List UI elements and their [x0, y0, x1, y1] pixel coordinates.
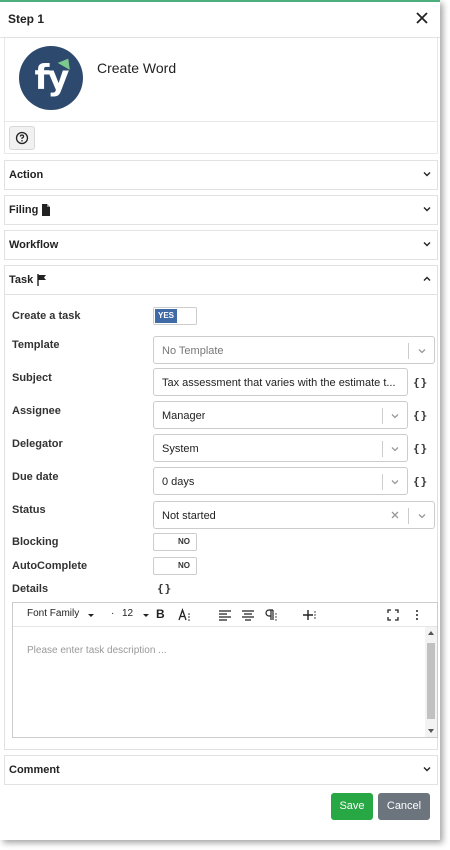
text-style-icon[interactable]	[177, 608, 191, 622]
due-date-variables-button[interactable]: {}	[413, 475, 428, 488]
autocomplete-toggle[interactable]: NO	[153, 557, 197, 575]
chevron-down-icon	[88, 614, 94, 617]
editor-text-area[interactable]: Please enter task description ...	[13, 627, 425, 737]
bold-button[interactable]: B	[156, 607, 165, 621]
template-select[interactable]: No Template	[153, 336, 435, 364]
toggle-no-label: NO	[173, 559, 195, 573]
font-size-dropdown[interactable]: 12	[122, 608, 133, 619]
chevron-down-icon	[143, 614, 149, 617]
component-name: Create Word	[97, 60, 177, 76]
save-button[interactable]: Save	[331, 793, 373, 820]
panel-title: Step 1	[8, 12, 45, 26]
toggle-knob	[155, 559, 175, 573]
subject-variables-button[interactable]: {}	[413, 376, 428, 389]
more-options-icon[interactable]	[410, 608, 424, 622]
toggle-knob	[155, 535, 175, 549]
chevron-down-icon	[391, 447, 399, 452]
toggle-knob	[178, 309, 196, 323]
scroll-up-icon[interactable]	[428, 631, 434, 635]
font-size-dot-icon: ·	[111, 608, 115, 619]
select-separator	[408, 343, 409, 359]
select-separator	[382, 441, 383, 457]
delegator-label: Delegator	[12, 438, 63, 450]
delegator-select[interactable]: System	[153, 434, 408, 462]
toggle-no-label: NO	[173, 535, 195, 549]
assignee-variables-button[interactable]: {}	[413, 409, 428, 422]
fullscreen-icon[interactable]	[386, 608, 400, 622]
section-workflow[interactable]: Workflow	[4, 230, 438, 260]
cancel-button[interactable]: Cancel	[378, 793, 430, 820]
due-date-select[interactable]: 0 days	[153, 467, 408, 495]
status-value: Not started	[162, 510, 216, 522]
chevron-down-icon	[418, 514, 426, 519]
subject-value: Tax assessment that varies with the esti…	[162, 377, 396, 389]
component-info: fy Create Word	[4, 38, 438, 122]
section-action-label: Action	[9, 169, 44, 181]
scroll-down-icon[interactable]	[428, 729, 434, 733]
close-icon[interactable]	[412, 8, 432, 28]
section-filing[interactable]: Filing	[4, 195, 438, 225]
align-center-icon[interactable]	[241, 608, 255, 622]
section-filing-label: Filing	[9, 204, 39, 216]
section-task-label: Task	[9, 274, 34, 286]
document-icon	[42, 204, 50, 216]
chevron-down-icon	[423, 172, 431, 177]
blocking-label: Blocking	[12, 536, 59, 548]
create-task-toggle[interactable]: YES	[153, 307, 197, 325]
chevron-up-icon	[423, 276, 431, 281]
subject-label: Subject	[12, 372, 52, 384]
chevron-down-icon	[423, 767, 431, 772]
panel-header: Step 1	[0, 2, 440, 38]
due-date-value: 0 days	[162, 476, 195, 488]
delegator-value: System	[162, 443, 199, 455]
help-button[interactable]	[9, 126, 35, 150]
align-left-icon[interactable]	[218, 608, 232, 622]
assignee-label: Assignee	[12, 405, 61, 417]
clear-icon[interactable]	[390, 510, 400, 520]
select-separator	[382, 474, 383, 490]
section-comment-label: Comment	[9, 764, 60, 776]
editor-scrollbar[interactable]	[425, 627, 437, 737]
details-variables-button[interactable]: {}	[157, 582, 172, 595]
blocking-toggle[interactable]: NO	[153, 533, 197, 551]
autocomplete-label: AutoComplete	[12, 560, 88, 572]
due-date-label: Due date	[12, 471, 59, 483]
delegator-variables-button[interactable]: {}	[413, 442, 428, 455]
details-editor: Font Family · 12 B Please enter task des…	[12, 602, 438, 738]
section-workflow-label: Workflow	[9, 239, 59, 251]
step-panel: Step 1 fy Create Word Action Filing Work…	[0, 0, 440, 840]
chevron-down-icon	[423, 207, 431, 212]
status-select[interactable]: Not started	[153, 501, 435, 529]
select-separator	[382, 408, 383, 424]
section-action[interactable]: Action	[4, 160, 438, 190]
status-label: Status	[12, 504, 46, 516]
editor-toolbar: Font Family · 12 B	[13, 603, 437, 627]
chevron-down-icon	[423, 242, 431, 247]
toggle-yes-label: YES	[155, 309, 177, 323]
template-label: Template	[12, 339, 60, 351]
section-task[interactable]: Task	[4, 265, 438, 295]
chevron-down-icon	[391, 480, 399, 485]
question-circle-icon	[15, 131, 29, 145]
chevron-down-icon	[391, 414, 399, 419]
chevron-down-icon	[418, 349, 426, 354]
section-comment[interactable]: Comment	[4, 755, 438, 785]
paragraph-icon[interactable]	[264, 608, 278, 622]
editor-placeholder: Please enter task description ...	[27, 645, 167, 656]
font-family-dropdown[interactable]: Font Family	[27, 608, 79, 619]
create-task-label: Create a task	[12, 310, 81, 322]
select-separator	[408, 508, 409, 524]
subject-input[interactable]: Tax assessment that varies with the esti…	[153, 368, 408, 396]
template-placeholder: No Template	[162, 345, 224, 357]
flag-icon	[37, 274, 46, 286]
assignee-value: Manager	[162, 410, 206, 422]
help-row	[4, 122, 438, 154]
insert-icon[interactable]	[303, 608, 317, 622]
assignee-select[interactable]: Manager	[153, 401, 408, 429]
details-label: Details	[12, 583, 49, 595]
scrollbar-thumb[interactable]	[427, 643, 435, 719]
logo-text: fy	[34, 58, 70, 98]
component-logo: fy	[19, 46, 83, 110]
